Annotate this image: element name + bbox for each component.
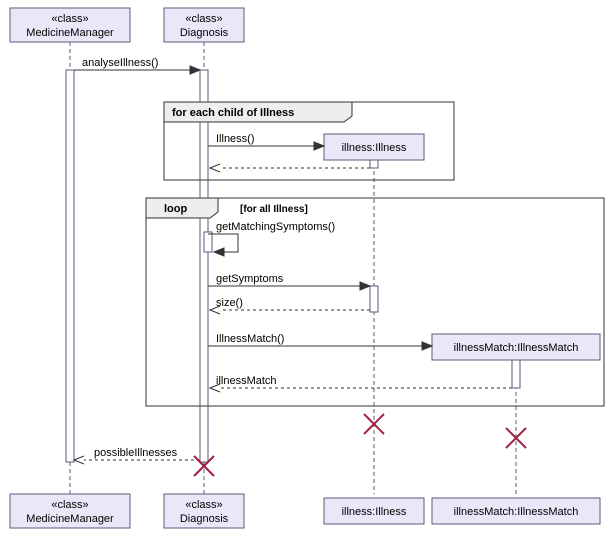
msg-label: possibleIllnesses xyxy=(94,447,178,459)
participant-name: illnessMatch:IllnessMatch xyxy=(454,506,579,518)
participant-name: Diagnosis xyxy=(180,513,229,525)
msg-label: IllnessMatch() xyxy=(216,333,284,345)
sequence-diagram: «class» MedicineManager «class» Diagnosi… xyxy=(4,4,608,533)
participant-medicine-manager-bottom: «class» MedicineManager xyxy=(10,494,130,528)
msg-get-matching-symptoms: getMatchingSymptoms() xyxy=(208,221,335,256)
msg-label: Illness() xyxy=(216,133,255,145)
participant-medicine-manager-top: «class» MedicineManager xyxy=(10,8,130,42)
participant-name: MedicineManager xyxy=(26,27,114,39)
stereotype: «class» xyxy=(51,13,88,25)
msg-illness-match-return: illnessMatch xyxy=(210,375,512,392)
msg-analyse-illness: analyseIllness() xyxy=(74,57,200,74)
participant-diagnosis-bottom: «class» Diagnosis xyxy=(164,494,244,528)
msg-illness-match-ctor: IllnessMatch() xyxy=(208,333,432,350)
participant-name: MedicineManager xyxy=(26,513,114,525)
participant-name: illness:Illness xyxy=(342,142,407,154)
frame-label: loop xyxy=(164,203,187,215)
participant-name: illnessMatch:IllnessMatch xyxy=(454,342,579,354)
msg-label: getMatchingSymptoms() xyxy=(216,221,335,233)
participant-illness-match-bottom: illnessMatch:IllnessMatch xyxy=(432,498,600,524)
activation-diagnosis-self xyxy=(204,232,212,252)
msg-label: size() xyxy=(216,297,243,309)
msg-possible-illnesses: possibleIllnesses xyxy=(74,447,200,464)
participant-illness-match-create: illnessMatch:IllnessMatch xyxy=(432,334,600,360)
msg-illness-ctor-return xyxy=(210,164,370,172)
stereotype: «class» xyxy=(185,13,222,25)
msg-label: analyseIllness() xyxy=(82,57,158,69)
participant-illness-create: illness:Illness xyxy=(324,134,424,160)
stereotype: «class» xyxy=(185,499,222,511)
frame-condition: [for all Illness] xyxy=(240,204,308,215)
participant-name: Diagnosis xyxy=(180,27,229,39)
msg-label: illnessMatch xyxy=(216,375,277,387)
activation-diagnosis-outer xyxy=(200,70,208,462)
activation-illness-getSymptoms xyxy=(370,286,378,312)
stereotype: «class» xyxy=(51,499,88,511)
frame-label: for each child of Illness xyxy=(172,107,294,119)
participant-illness-bottom: illness:Illness xyxy=(324,498,424,524)
activation-medicine-manager xyxy=(66,70,74,462)
msg-get-symptoms: getSymptoms xyxy=(208,273,370,290)
msg-size-return: size() xyxy=(210,297,370,314)
msg-label: getSymptoms xyxy=(216,273,284,285)
participant-name: illness:Illness xyxy=(342,506,407,518)
msg-illness-ctor: Illness() xyxy=(208,133,324,150)
participant-diagnosis-top: «class» Diagnosis xyxy=(164,8,244,42)
